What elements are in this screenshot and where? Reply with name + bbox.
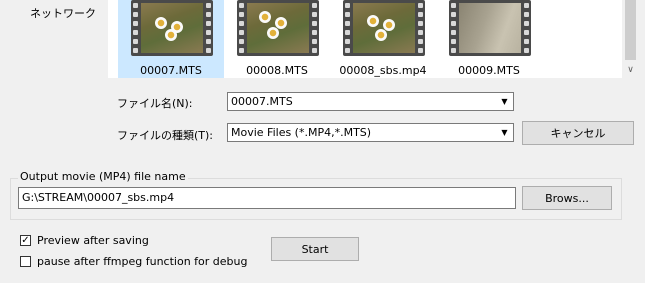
output-path-value: G:\STREAM\00007_sbs.mp4: [22, 191, 175, 204]
file-item[interactable]: 00009.MTS: [436, 0, 542, 78]
file-item[interactable]: 00008.MTS: [224, 0, 330, 78]
output-group-title: Output movie (MP4) file name: [18, 170, 188, 183]
filename-label: ファイル名(N):: [117, 97, 193, 110]
preview-label: Preview after saving: [37, 234, 149, 247]
scroll-down-icon[interactable]: ∨: [622, 62, 639, 78]
filetype-value: Movie Files (*.MP4,*.MTS): [231, 126, 372, 139]
filename-value: 00007.MTS: [231, 95, 293, 108]
file-list-scrollbar[interactable]: ∨: [622, 0, 639, 78]
video-thumbnail-icon: [343, 0, 425, 56]
filetype-label: ファイルの種類(T):: [117, 129, 214, 142]
nav-item-network[interactable]: ネットワーク: [30, 5, 96, 21]
chevron-down-icon[interactable]: ▼: [497, 94, 512, 109]
browse-button[interactable]: Brows...: [522, 186, 612, 210]
pause-debug-checkbox[interactable]: [20, 256, 31, 267]
video-thumbnail-icon: [449, 0, 531, 56]
file-list: 00007.MTS 00008.MTS 00008_sbs.mp4 00009.…: [108, 0, 622, 78]
start-button[interactable]: Start: [271, 237, 359, 261]
file-item[interactable]: 00008_sbs.mp4: [330, 0, 436, 78]
file-name: 00008.MTS: [246, 64, 308, 77]
filename-combobox[interactable]: 00007.MTS ▼: [227, 92, 514, 111]
video-thumbnail-icon: [131, 0, 213, 56]
output-path-input[interactable]: G:\STREAM\00007_sbs.mp4: [18, 187, 516, 209]
file-name: 00008_sbs.mp4: [339, 64, 427, 77]
video-thumbnail-icon: [237, 0, 319, 56]
filetype-select[interactable]: Movie Files (*.MP4,*.MTS) ▼: [227, 123, 514, 142]
file-item[interactable]: 00007.MTS: [118, 0, 224, 78]
pause-debug-label: pause after ffmpeg function for debug: [37, 255, 248, 268]
preview-checkbox[interactable]: ✓: [20, 235, 31, 246]
file-name: 00007.MTS: [140, 64, 202, 77]
cancel-button[interactable]: キャンセル: [522, 121, 634, 145]
chevron-down-icon[interactable]: ▼: [497, 125, 512, 140]
scrollbar-thumb[interactable]: [625, 0, 636, 60]
file-name: 00009.MTS: [458, 64, 520, 77]
